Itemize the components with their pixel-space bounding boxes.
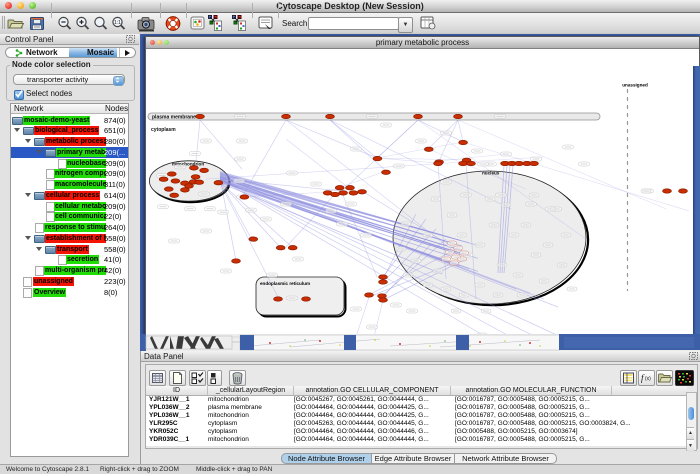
svg-text:plasma membrane: plasma membrane	[152, 115, 196, 121]
svg-text:(x): (x)	[645, 376, 651, 382]
svg-text:unassigned: unassigned	[622, 83, 648, 88]
svg-text:endoplasmic reticulum: endoplasmic reticulum	[260, 281, 310, 286]
svg-text:nucleus: nucleus	[482, 171, 500, 176]
svg-text:1:1: 1:1	[114, 20, 121, 26]
svg-text:cytoplasm: cytoplasm	[151, 127, 176, 133]
